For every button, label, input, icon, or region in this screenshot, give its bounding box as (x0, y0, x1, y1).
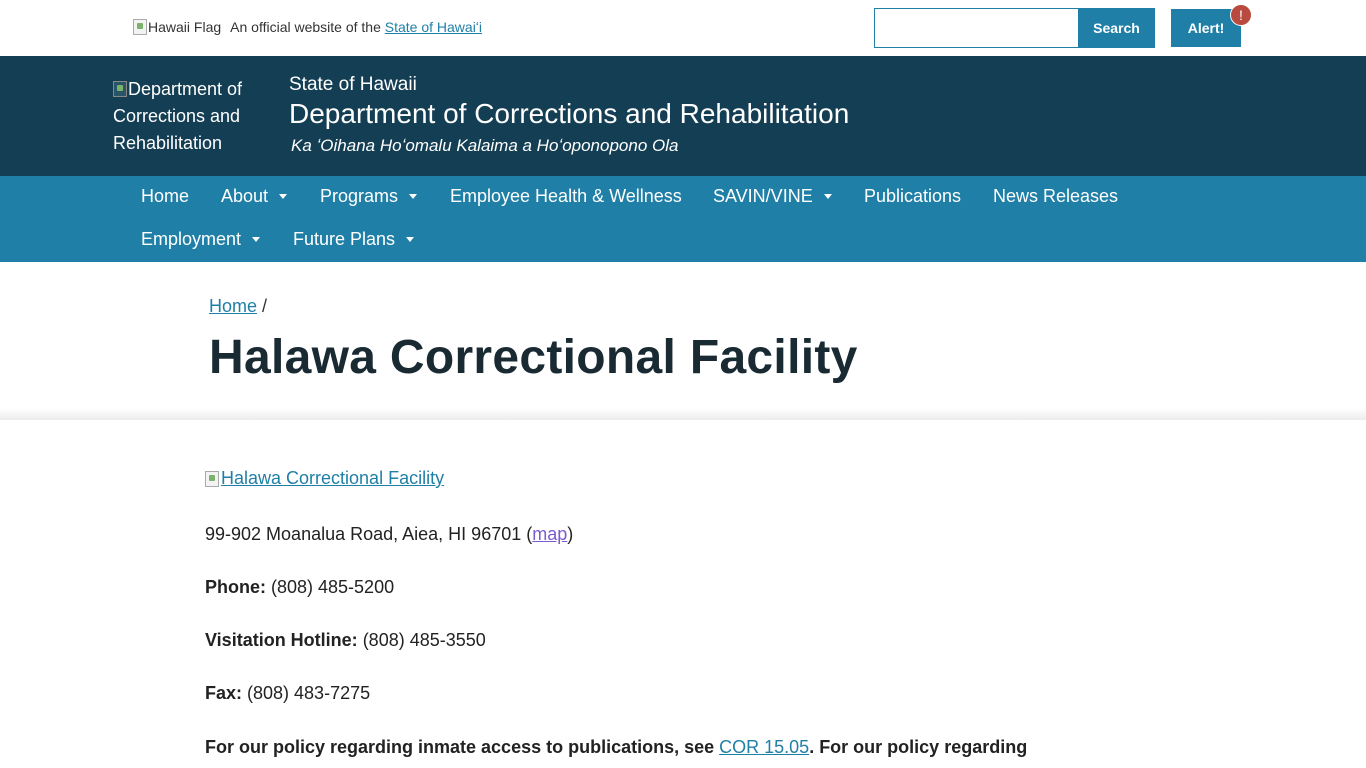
cor-15-05-link[interactable]: COR 15.05 (719, 737, 809, 757)
phone-label: Phone: (205, 577, 266, 597)
nav-item-label: Employee Health & Wellness (450, 186, 682, 206)
dropdown-caret-icon (279, 194, 288, 199)
official-banner: Hawaii Flag An official website of the S… (133, 19, 482, 35)
address-text: 99-902 Moanalua Road, Aiea, HI 96701 ( (205, 524, 533, 544)
breadcrumb-separator: / (262, 296, 268, 316)
nav-item-label: News Releases (993, 186, 1119, 206)
policy-suffix: . For our policy regarding (809, 737, 1028, 757)
nav-item-employment[interactable]: Employment (141, 229, 261, 250)
official-prefix: An official website of the (230, 19, 381, 35)
phone-value: (808) 485-5200 (266, 577, 395, 597)
phone-line: Phone: (808) 485-5200 (205, 577, 394, 598)
alert-badge: ! (1230, 4, 1252, 26)
nav-item-news-releases[interactable]: News Releases (993, 186, 1118, 207)
nav-item-future-plans[interactable]: Future Plans (293, 229, 415, 250)
broken-image-icon (113, 81, 127, 97)
nav-item-label: About (221, 186, 269, 206)
department-hawaiian-name: Ka ʻOihana Hoʻomalu Kalaima a Hoʻoponopo… (291, 136, 679, 155)
nav-item-publications[interactable]: Publications (864, 186, 961, 207)
fax-value: (808) 483-7275 (242, 683, 371, 703)
dropdown-caret-icon (406, 237, 415, 242)
flag-alt-text: Hawaii Flag (148, 19, 222, 35)
nav-item-label: Future Plans (293, 229, 396, 249)
logo-alt-text: Department of Corrections and Rehabilita… (113, 79, 243, 153)
department-name[interactable]: Department of Corrections and Rehabilita… (289, 98, 849, 130)
state-name: State of Hawaii (289, 74, 417, 95)
dropdown-caret-icon (823, 194, 832, 199)
fax-label: Fax: (205, 683, 243, 703)
nav-item-home[interactable]: Home (141, 186, 189, 207)
nav-item-about[interactable]: About (221, 186, 288, 207)
map-link[interactable]: map (532, 524, 567, 544)
title-divider (0, 408, 1366, 420)
visitation-line: Visitation Hotline: (808) 485-3550 (205, 630, 486, 651)
department-logo[interactable]: Department of Corrections and Rehabilita… (113, 76, 263, 157)
broken-image-icon (205, 470, 219, 487)
nav-item-label: Employment (141, 229, 242, 249)
official-text: An official website of the State of Hawa… (230, 19, 482, 35)
dropdown-caret-icon (409, 194, 418, 199)
facility-image-link[interactable]: Halawa Correctional Facility (205, 468, 444, 489)
nav-item-employee-health[interactable]: Employee Health & Wellness (450, 186, 682, 207)
visitation-label: Visitation Hotline: (205, 630, 358, 650)
visitation-value: (808) 485-3550 (357, 630, 486, 650)
breadcrumb-home-link[interactable]: Home (209, 296, 257, 316)
nav-item-label: Home (141, 186, 190, 206)
address-close: ) (567, 524, 574, 544)
dropdown-caret-icon (252, 237, 261, 242)
search-input[interactable] (874, 8, 1079, 48)
utility-bar: Hawaii Flag An official website of the S… (0, 0, 1366, 56)
policy-prefix: For our policy regarding inmate access t… (205, 737, 720, 757)
nav-item-label: Publications (864, 186, 962, 206)
nav-item-label: SAVIN/VINE (713, 186, 813, 206)
policy-paragraph: For our policy regarding inmate access t… (205, 737, 1027, 758)
page-title: Halawa Correctional Facility (209, 331, 858, 384)
nav-item-programs[interactable]: Programs (320, 186, 418, 207)
address-line: 99-902 Moanalua Road, Aiea, HI 96701 (ma… (205, 524, 573, 545)
site-header: Department of Corrections and Rehabilita… (0, 56, 1366, 176)
facility-image: Halawa Correctional Facility (205, 468, 444, 492)
search-button[interactable]: Search (1078, 8, 1155, 48)
main-navigation: Home About Programs Employee Health & We… (0, 176, 1366, 262)
state-of-hawaii-link[interactable]: State of Hawaiʻi (385, 19, 482, 35)
facility-image-alt: Halawa Correctional Facility (221, 468, 445, 488)
hawaii-flag-image: Hawaii Flag (133, 19, 221, 35)
broken-image-icon (133, 19, 147, 35)
breadcrumb: Home / (209, 296, 267, 317)
fax-line: Fax: (808) 483-7275 (205, 683, 370, 704)
nav-item-label: Programs (320, 186, 399, 206)
nav-item-savin-vine[interactable]: SAVIN/VINE (713, 186, 832, 207)
